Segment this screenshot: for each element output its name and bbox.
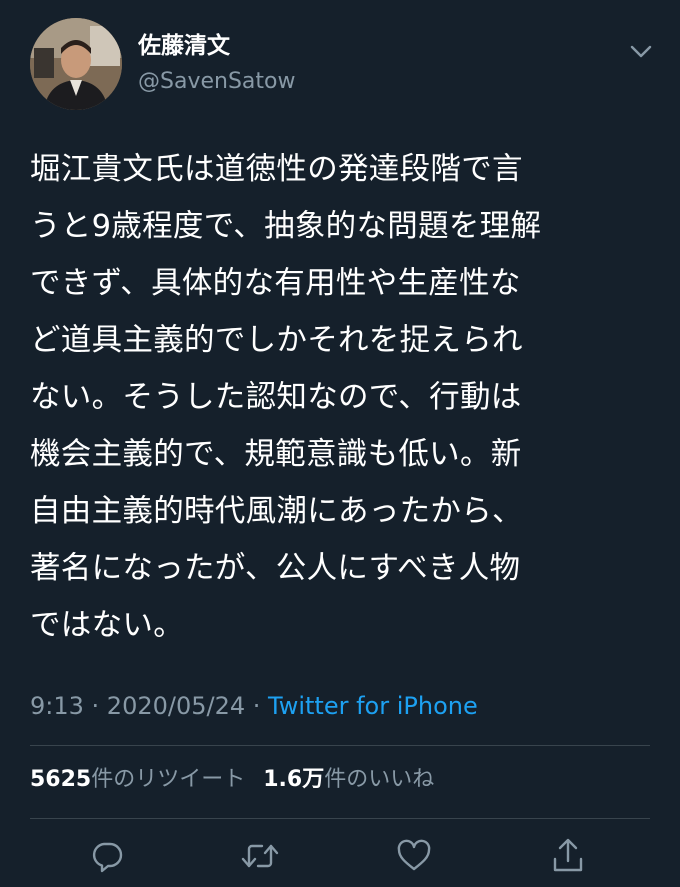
divider <box>30 745 650 746</box>
meta-separator: · <box>245 692 269 720</box>
retweet-button[interactable] <box>240 836 280 876</box>
retweets-label: 件のリツイート <box>91 767 246 792</box>
retweets-stat[interactable]: 5625件のリツイート <box>30 767 245 792</box>
meta-separator: · <box>83 692 107 720</box>
avatar[interactable] <box>30 18 122 110</box>
likes-stat[interactable]: 1.6万件のいいね <box>263 767 434 792</box>
retweet-icon <box>241 844 279 868</box>
like-button[interactable] <box>394 836 434 876</box>
display-name[interactable]: 佐藤清文 <box>138 30 230 62</box>
retweets-count: 5625 <box>30 767 92 792</box>
reply-icon <box>92 842 123 873</box>
share-button[interactable] <box>548 836 588 876</box>
tweet-date: 2020/05/24 <box>106 692 246 720</box>
tweet-metadata: 9:13 · 2020/05/24 · Twitter for iPhone <box>30 688 478 724</box>
chevron-down-icon[interactable] <box>626 38 656 64</box>
tweet-source-link[interactable]: Twitter for iPhone <box>268 692 478 720</box>
reply-button[interactable] <box>87 836 127 876</box>
tweet-time: 9:13 <box>30 692 84 720</box>
tweet-stats: 5625件のリツイート 1.6万件のいいね <box>30 763 434 797</box>
likes-label: 件のいいね <box>324 767 435 792</box>
likes-count: 1.6万 <box>263 767 325 792</box>
tweet-detail: 佐藤清文 @SavenSatow 堀江貴文氏は道徳性の発達段階で言 うと9歳程度… <box>0 0 680 887</box>
avatar-photo <box>30 18 122 110</box>
heart-icon <box>397 839 431 871</box>
user-handle[interactable]: @SavenSatow <box>138 66 295 98</box>
tweet-text: 堀江貴文氏は道徳性の発達段階で言 うと9歳程度で、抽象的な問題を理解 できず、具… <box>30 152 542 643</box>
share-icon <box>553 838 583 872</box>
divider <box>30 818 650 819</box>
